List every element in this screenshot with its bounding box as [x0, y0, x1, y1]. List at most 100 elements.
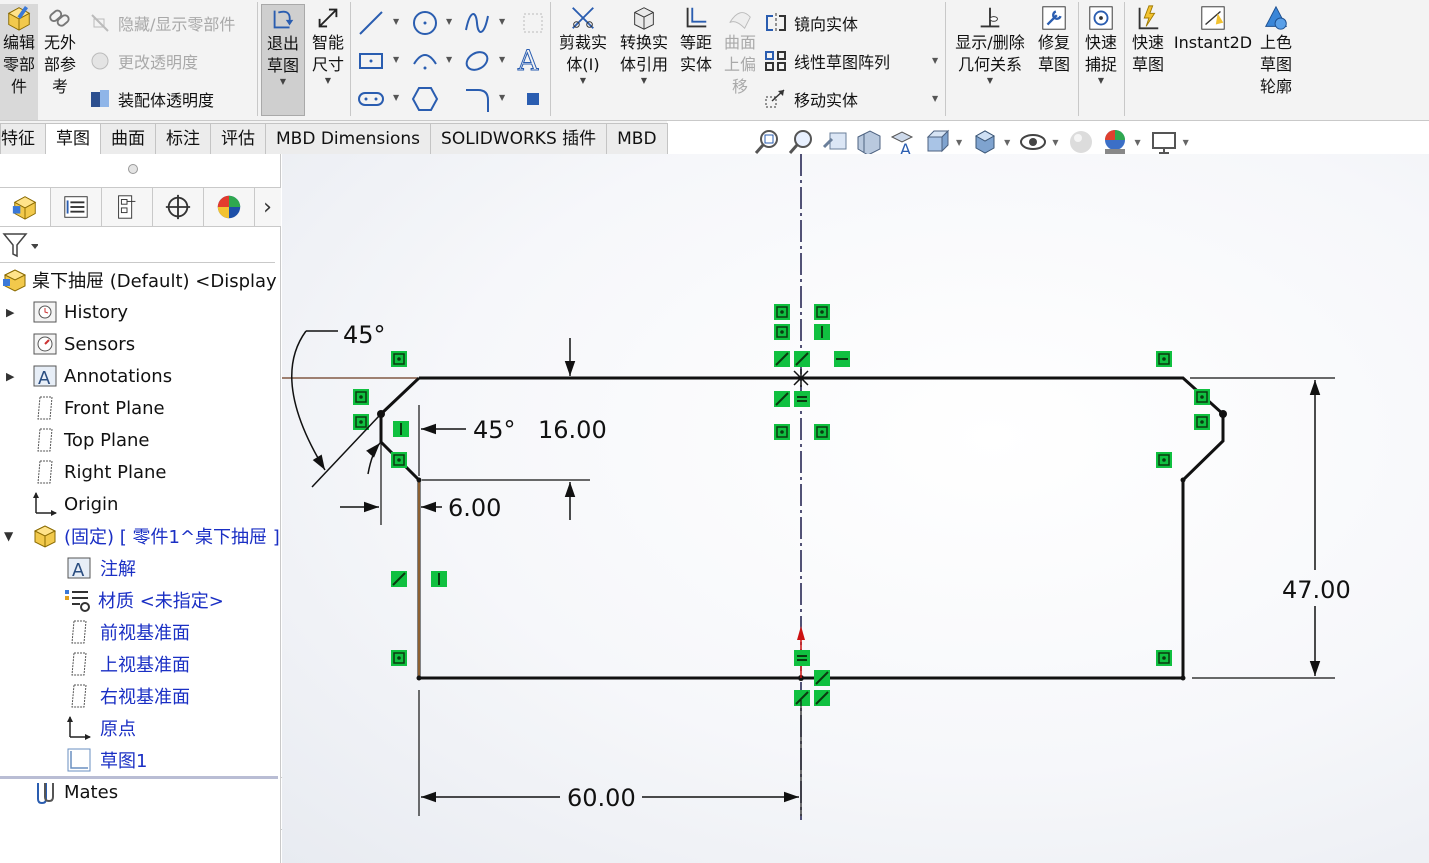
circle-dropdown-icon[interactable]: ▼ [446, 17, 452, 26]
tab-mbd[interactable]: MBD [606, 123, 668, 154]
edit-appearance-icon[interactable] [1066, 127, 1096, 157]
rectangle-dropdown-icon[interactable]: ▼ [393, 55, 399, 64]
trim-entities-button[interactable]: 剪裁实 体(I) ▼ [556, 4, 610, 86]
arc-icon[interactable] [410, 46, 440, 76]
apply-scene-dropdown-icon[interactable]: ▼ [1134, 138, 1140, 147]
convert-entities-button[interactable]: 转换实 体引用 ▼ [616, 4, 672, 86]
exit-sketch-dropdown-icon[interactable]: ▼ [280, 77, 286, 87]
tree-item-comp-sketch1[interactable]: 草图1 [0, 744, 147, 776]
tree-item-comp-origin[interactable]: 原点 [0, 712, 136, 744]
spline-dropdown-icon[interactable]: ▼ [499, 17, 505, 26]
slot-dropdown-icon[interactable]: ▼ [393, 93, 399, 102]
sketch-canvas[interactable]: 60.00 47.00 16.00 6.00 45° 45° [282, 154, 1429, 863]
tree-item-history[interactable]: ▶ History [0, 296, 128, 328]
view-orientation-icon[interactable] [922, 127, 952, 157]
assembly-transparency-button[interactable]: 装配体透明度 [88, 84, 214, 114]
smart-dimension-button[interactable]: 智能 尺寸 ▼ [308, 4, 348, 86]
tab-display-manager[interactable] [204, 188, 255, 226]
dynamic-annotation-views-icon[interactable]: A [888, 127, 918, 157]
offset-entities-button[interactable]: 等距 实体 [676, 4, 716, 76]
shaded-sketch-contours-button[interactable]: 上色 草图 轮廓 [1256, 4, 1296, 98]
tree-item-top-plane[interactable]: Top Plane [0, 424, 149, 456]
tab-evaluate[interactable]: 评估 [210, 123, 266, 154]
move-entities-button[interactable]: 移动实体 [764, 84, 858, 114]
convert-entities-dropdown-icon[interactable]: ▼ [641, 76, 647, 86]
tab-solidworks-addins[interactable]: SOLIDWORKS 插件 [430, 123, 608, 154]
repair-sketch-button[interactable]: 修复 草图 [1034, 4, 1074, 76]
line-dropdown-icon[interactable]: ▼ [393, 17, 399, 26]
trim-dropdown-icon[interactable]: ▼ [580, 76, 586, 86]
filter-icon[interactable] [2, 231, 38, 259]
mirror-entities-button[interactable]: 镜向实体 [764, 8, 858, 38]
tab-markup[interactable]: 标注 [155, 123, 211, 154]
view-orientation-dropdown-icon[interactable]: ▼ [956, 138, 962, 147]
plane-icon[interactable] [518, 84, 548, 114]
display-style-icon[interactable] [970, 127, 1000, 157]
tree-item-comp-right-plane[interactable]: 右视基准面 [0, 680, 190, 712]
tree-item-origin[interactable]: Origin [0, 488, 118, 520]
polygon-icon[interactable] [410, 84, 440, 114]
tab-mbd-dimensions[interactable]: MBD Dimensions [265, 123, 432, 154]
text-icon[interactable]: A [515, 44, 545, 74]
circle-icon[interactable] [410, 8, 440, 38]
tab-surfaces[interactable]: 曲面 [100, 123, 156, 154]
tree-item-comp-annotations[interactable]: A 注解 [0, 552, 136, 584]
tree-item-comp-material[interactable]: 材质 <未指定> [0, 584, 224, 616]
view-settings-icon[interactable] [1149, 127, 1179, 157]
tree-root-part[interactable]: 桌下抽屉 (Default) <Display S [0, 264, 280, 296]
spline-icon[interactable] [462, 8, 492, 38]
tree-item-front-plane[interactable]: Front Plane [0, 392, 165, 424]
ellipse-icon[interactable] [462, 46, 492, 76]
rectangle-icon[interactable] [356, 46, 386, 76]
fillet-icon[interactable] [462, 84, 492, 114]
point-icon[interactable] [518, 8, 548, 38]
tab-sketch[interactable]: 草图 [45, 123, 101, 154]
slot-icon[interactable] [356, 84, 386, 114]
no-external-references-button[interactable]: 无外 部参 考 [40, 4, 80, 98]
ellipse-dropdown-icon[interactable]: ▼ [499, 55, 505, 64]
tree-item-mates[interactable]: Mates [0, 776, 118, 808]
previous-view-icon[interactable] [820, 127, 850, 157]
zoom-to-area-icon[interactable] [786, 127, 816, 157]
sketch-point[interactable] [1219, 410, 1227, 418]
panel-resize-grip[interactable] [128, 164, 138, 174]
sketch-point[interactable] [1180, 675, 1186, 681]
fillet-dropdown-icon[interactable]: ▼ [499, 93, 505, 102]
zoom-to-fit-icon[interactable] [752, 127, 782, 157]
dimension-total-height[interactable]: 47.00 [1190, 377, 1351, 679]
hide-show-dropdown-icon[interactable]: ▼ [1052, 138, 1058, 147]
tree-item-component[interactable]: ▼ (固定) [ 零件1^桌下抽屉 ]< [0, 520, 280, 552]
tab-property-manager[interactable] [51, 188, 102, 226]
sketch-point[interactable] [1180, 477, 1186, 483]
tree-item-comp-top-plane[interactable]: 上视基准面 [0, 648, 190, 680]
hide-show-items-icon[interactable] [1018, 127, 1048, 157]
more-tabs-chevron-icon[interactable]: › [255, 188, 280, 226]
section-view-icon[interactable] [854, 127, 884, 157]
relations-dropdown-icon[interactable]: ▼ [987, 76, 993, 86]
graphics-area[interactable]: 60.00 47.00 16.00 6.00 45° 45° [282, 154, 1429, 863]
expand-chevron-icon[interactable]: ▶ [6, 306, 14, 319]
quick-snaps-button[interactable]: 快速 捕捉 ▼ [1081, 4, 1121, 86]
instant2d-button[interactable]: Instant2D [1174, 4, 1252, 54]
quick-snaps-dropdown-icon[interactable]: ▼ [1098, 76, 1104, 86]
sketch-point[interactable] [416, 675, 422, 681]
tab-features[interactable]: 特征 [0, 123, 46, 154]
linear-sketch-pattern-button[interactable]: 线性草图阵列 [764, 46, 890, 76]
collapse-chevron-icon[interactable]: ▼ [4, 529, 13, 543]
linear-pattern-dropdown-icon[interactable]: ▼ [932, 56, 938, 65]
tab-dimxpert-manager[interactable] [153, 188, 204, 226]
arc-dropdown-icon[interactable]: ▼ [446, 55, 452, 64]
expand-chevron-icon[interactable]: ▶ [6, 370, 14, 383]
tab-feature-manager[interactable] [0, 188, 51, 226]
exit-sketch-button[interactable]: 退出 草图 ▼ [261, 4, 305, 116]
tree-item-comp-front-plane[interactable]: 前视基准面 [0, 616, 190, 648]
dimension-half-width[interactable]: 60.00 [418, 690, 802, 816]
tree-item-sensors[interactable]: Sensors [0, 328, 135, 360]
display-style-dropdown-icon[interactable]: ▼ [1004, 138, 1010, 147]
edit-part-button[interactable]: 编辑 零部 件 [0, 4, 38, 120]
offset-on-surface-button[interactable]: 曲面 上偏 移 [720, 4, 760, 98]
smart-dimension-dropdown-icon[interactable]: ▼ [325, 76, 331, 86]
line-icon[interactable] [356, 8, 386, 38]
sketch-point[interactable] [416, 477, 422, 483]
rapid-sketch-button[interactable]: 快速 草图 [1128, 4, 1168, 76]
